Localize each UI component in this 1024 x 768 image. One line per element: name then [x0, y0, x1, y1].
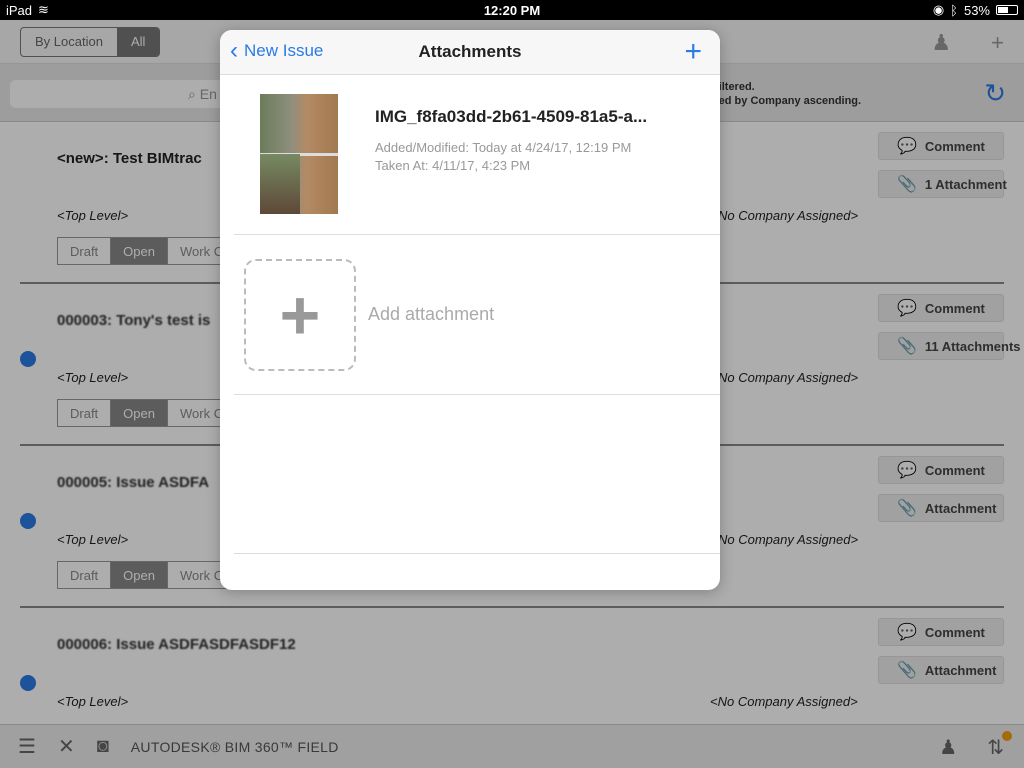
clock: 12:20 PM: [483, 2, 541, 18]
attachment-taken: Taken At: 4/11/17, 4:23 PM: [375, 158, 531, 173]
plus-icon[interactable]: +: [244, 259, 356, 371]
back-button[interactable]: ‹ New Issue: [230, 37, 324, 64]
add-attachment-row[interactable]: + Add attachment: [234, 235, 720, 395]
chevron-left-icon: ‹: [230, 37, 238, 64]
attachment-filename: IMG_f8fa03dd-2b61-4509-81a5-a...: [375, 107, 648, 126]
battery-icon: [996, 5, 1018, 15]
attachment-added: Added/Modified: Today at 4/24/17, 12:19 …: [375, 140, 632, 155]
add-attachment-icon[interactable]: +: [684, 35, 702, 69]
rotation-lock-icon: ◉: [932, 2, 945, 17]
popover-nav-bar: ‹ New Issue Attachments +: [220, 30, 720, 75]
device-label: iPad: [6, 2, 33, 18]
wifi-icon: ≋: [38, 2, 49, 17]
attachment-meta: Added/Modified: Today at 4/24/17, 12:19 …: [375, 139, 631, 175]
attachments-popover: ‹ New Issue Attachments + IMG_f8fa03dd-2…: [220, 30, 720, 590]
battery-percent: 53%: [963, 2, 990, 18]
back-label: New Issue: [244, 41, 324, 60]
attachment-item[interactable]: IMG_f8fa03dd-2b61-4509-81a5-a... Added/M…: [234, 75, 720, 235]
add-attachment-label: Add attachment: [368, 304, 495, 324]
popover-divider: [234, 553, 720, 554]
bluetooth-icon: ᛒ: [950, 2, 958, 18]
attachment-thumbnail: [260, 94, 338, 214]
status-bar: iPad ≋ 12:20 PM ◉ ᛒ 53%: [0, 0, 1024, 20]
